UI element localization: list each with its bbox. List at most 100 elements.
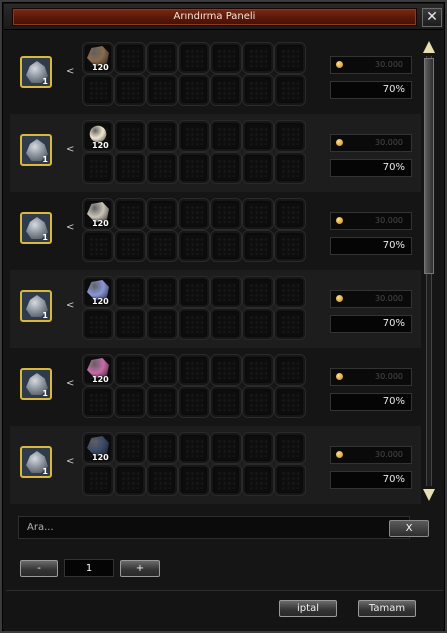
material-slot[interactable] (210, 464, 242, 496)
material-slot[interactable] (146, 198, 178, 230)
material-slot[interactable] (178, 42, 210, 74)
material-slot[interactable] (242, 276, 274, 308)
material-slot[interactable] (114, 432, 146, 464)
material-slot[interactable] (242, 432, 274, 464)
material-slot[interactable] (210, 198, 242, 230)
close-button[interactable]: ✕ (422, 8, 442, 27)
material-slot[interactable] (114, 386, 146, 418)
material-slot[interactable] (210, 386, 242, 418)
material-slot[interactable] (274, 354, 306, 386)
material-slot[interactable] (146, 276, 178, 308)
material-slot[interactable] (114, 276, 146, 308)
material-slot[interactable] (114, 74, 146, 106)
material-slot[interactable] (146, 230, 178, 262)
material-slot[interactable] (146, 308, 178, 340)
source-stone-slot[interactable]: 1 (20, 368, 52, 400)
material-slot[interactable] (82, 230, 114, 262)
material-slot[interactable] (274, 120, 306, 152)
quantity-plus-button[interactable]: + (120, 560, 160, 577)
material-slot[interactable] (242, 42, 274, 74)
material-slot[interactable] (178, 354, 210, 386)
material-slot[interactable] (178, 276, 210, 308)
material-slot[interactable] (82, 74, 114, 106)
source-stone-slot[interactable]: 1 (20, 56, 52, 88)
material-slot[interactable] (114, 42, 146, 74)
material-slot[interactable] (274, 464, 306, 496)
material-slot[interactable] (146, 120, 178, 152)
material-slot[interactable] (274, 42, 306, 74)
material-slot[interactable] (82, 386, 114, 418)
title-bar[interactable]: Arındırma Paneli ✕ (4, 4, 443, 30)
material-slot[interactable] (178, 386, 210, 418)
material-slot[interactable]: 120 (82, 120, 114, 152)
quantity-input[interactable] (64, 559, 114, 577)
material-slot[interactable] (242, 354, 274, 386)
material-slot[interactable] (178, 120, 210, 152)
material-slot[interactable] (242, 120, 274, 152)
material-slot[interactable] (210, 74, 242, 106)
material-slot[interactable] (274, 74, 306, 106)
material-slot[interactable] (210, 230, 242, 262)
material-slot[interactable] (210, 308, 242, 340)
material-slot[interactable]: 120 (82, 432, 114, 464)
quantity-minus-button[interactable]: - (20, 560, 58, 577)
material-slot[interactable] (178, 74, 210, 106)
material-slot[interactable] (114, 198, 146, 230)
source-stone-slot[interactable]: 1 (20, 446, 52, 478)
material-slot[interactable] (114, 120, 146, 152)
material-slot[interactable] (210, 276, 242, 308)
material-slot[interactable] (114, 308, 146, 340)
material-slot[interactable] (82, 308, 114, 340)
material-slot[interactable] (178, 432, 210, 464)
material-slot[interactable] (242, 464, 274, 496)
material-slot[interactable] (274, 230, 306, 262)
material-slot[interactable] (114, 354, 146, 386)
material-slot[interactable] (210, 432, 242, 464)
material-slot[interactable] (178, 198, 210, 230)
material-slot[interactable] (146, 386, 178, 418)
material-slot[interactable] (274, 152, 306, 184)
material-slot[interactable]: 120 (82, 354, 114, 386)
material-slot[interactable] (114, 464, 146, 496)
material-slot[interactable] (146, 464, 178, 496)
source-stone-slot[interactable]: 1 (20, 134, 52, 166)
material-slot[interactable] (114, 152, 146, 184)
cancel-button[interactable]: iptal (279, 600, 337, 617)
material-slot[interactable] (146, 152, 178, 184)
material-slot[interactable] (242, 230, 274, 262)
source-stone-slot[interactable]: 1 (20, 290, 52, 322)
scroll-down-button[interactable] (422, 488, 436, 502)
material-slot[interactable] (242, 74, 274, 106)
source-stone-slot[interactable]: 1 (20, 212, 52, 244)
material-slot[interactable] (82, 152, 114, 184)
material-slot[interactable] (178, 464, 210, 496)
material-slot[interactable] (274, 276, 306, 308)
material-slot[interactable] (242, 308, 274, 340)
material-slot[interactable] (82, 464, 114, 496)
material-slot[interactable] (146, 74, 178, 106)
material-slot[interactable] (146, 42, 178, 74)
scrollbar[interactable] (421, 38, 437, 504)
material-slot[interactable] (274, 198, 306, 230)
material-slot[interactable] (242, 198, 274, 230)
material-slot[interactable]: 120 (82, 276, 114, 308)
ok-button[interactable]: Tamam (358, 600, 416, 617)
material-slot[interactable] (146, 354, 178, 386)
scroll-up-button[interactable] (422, 40, 436, 54)
material-slot[interactable]: 120 (82, 198, 114, 230)
material-slot[interactable] (274, 432, 306, 464)
search-clear-button[interactable]: X (389, 520, 429, 537)
material-slot[interactable] (178, 230, 210, 262)
material-slot[interactable] (210, 42, 242, 74)
material-slot[interactable] (210, 354, 242, 386)
scroll-thumb[interactable] (424, 58, 434, 274)
material-slot[interactable]: 120 (82, 42, 114, 74)
material-slot[interactable] (242, 386, 274, 418)
material-slot[interactable] (114, 230, 146, 262)
material-slot[interactable] (178, 308, 210, 340)
material-slot[interactable] (146, 432, 178, 464)
material-slot[interactable] (274, 308, 306, 340)
material-slot[interactable] (210, 120, 242, 152)
material-slot[interactable] (242, 152, 274, 184)
search-input[interactable] (21, 519, 381, 536)
